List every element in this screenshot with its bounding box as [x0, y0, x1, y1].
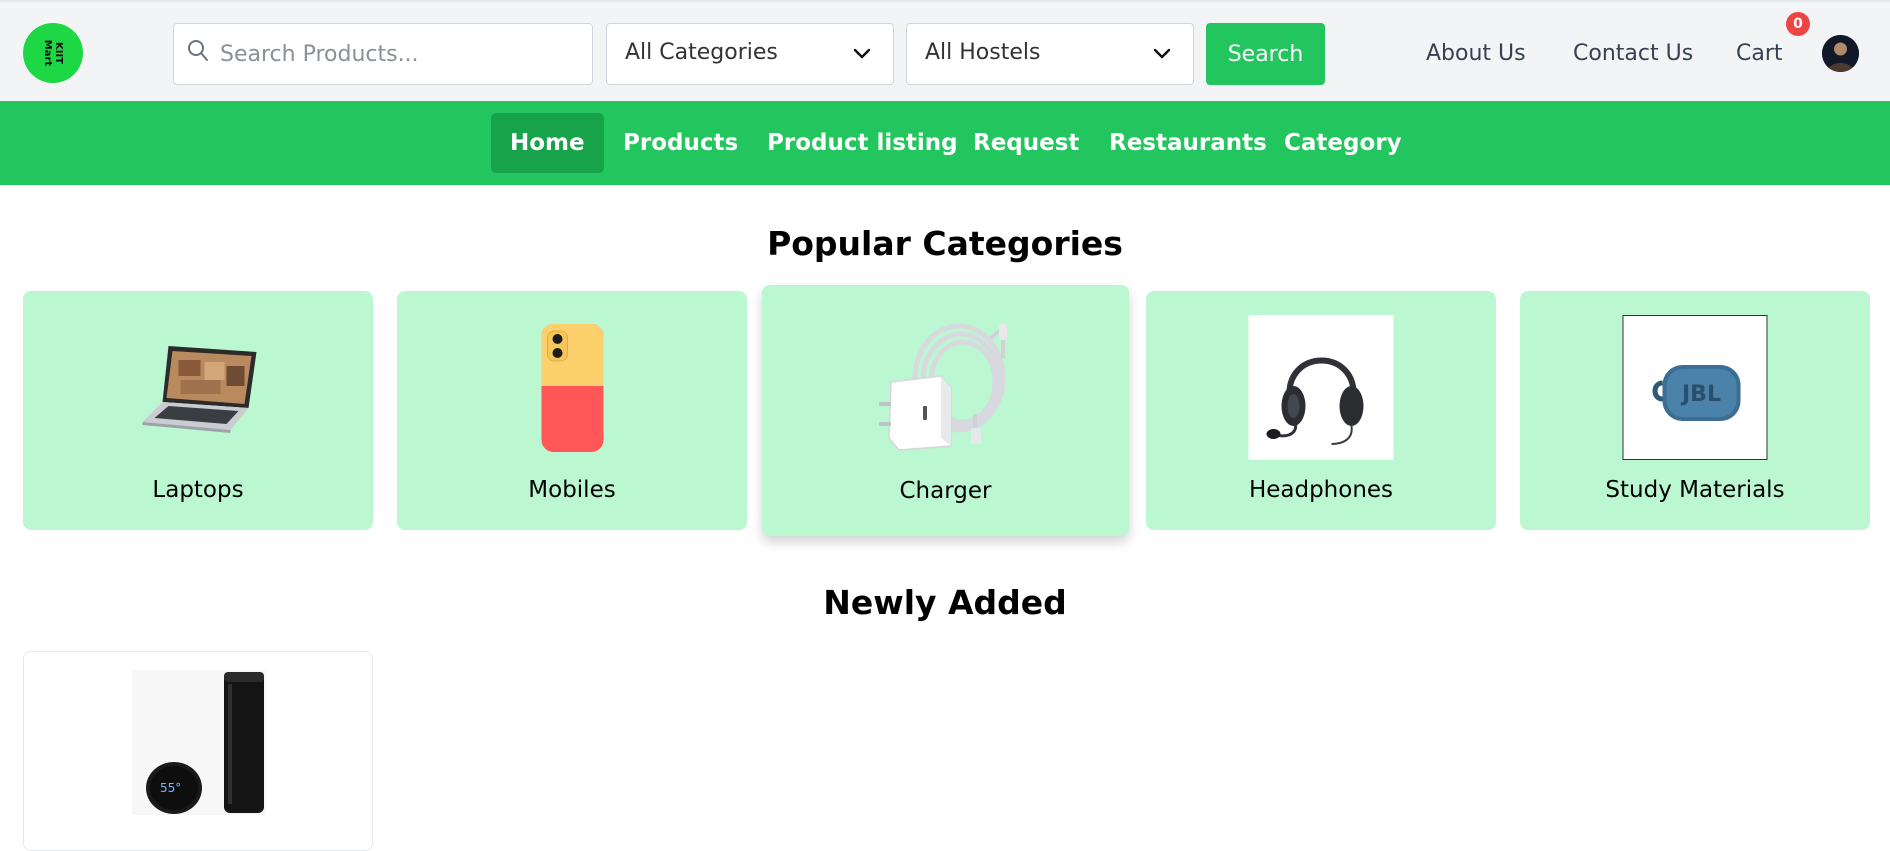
- category-select-value: All Categories: [625, 40, 778, 65]
- nav-item-request[interactable]: Request: [954, 113, 1098, 173]
- charger-image: [866, 313, 1026, 463]
- category-card-laptops[interactable]: Laptops: [23, 291, 373, 530]
- thermos-bottle-image: 55°: [132, 670, 266, 815]
- cart-count-badge: 0: [1786, 12, 1810, 36]
- contact-us-link[interactable]: Contact Us: [1573, 41, 1693, 66]
- speaker-image: JBL: [1622, 315, 1768, 460]
- chevron-down-icon: [1153, 48, 1171, 59]
- category-card-study-materials[interactable]: JBL Study Materials: [1520, 291, 1870, 530]
- logo-text: KIIT Mart: [42, 40, 64, 66]
- category-card-mobiles[interactable]: Mobiles: [397, 291, 747, 530]
- search-input[interactable]: [220, 24, 580, 84]
- logo-text-line1: KIIT: [52, 41, 64, 65]
- logo[interactable]: KIIT Mart: [23, 23, 83, 83]
- about-us-link[interactable]: About Us: [1426, 41, 1526, 66]
- svg-text:JBL: JBL: [1680, 382, 1721, 407]
- avatar[interactable]: [1822, 35, 1859, 72]
- main-nav: Home Products Product listing Request Re…: [0, 101, 1890, 185]
- mobile-phone-image: [500, 315, 645, 460]
- search-icon: [188, 40, 208, 61]
- category-label: Headphones: [1248, 477, 1394, 503]
- category-card-headphones[interactable]: Headphones: [1146, 291, 1496, 530]
- newly-added-title: Newly Added: [823, 583, 1067, 622]
- search-button[interactable]: Search: [1206, 23, 1325, 85]
- nav-item-home[interactable]: Home: [491, 113, 604, 173]
- top-header: KIIT Mart All Categories All Hostels Sea…: [0, 0, 1890, 101]
- laptop-image: [126, 315, 271, 460]
- user-avatar-icon: [1822, 35, 1859, 72]
- nav-item-product-listing[interactable]: Product listing: [748, 113, 977, 173]
- chevron-down-icon: [853, 48, 871, 59]
- cart-link[interactable]: Cart: [1736, 41, 1783, 66]
- thermos-temperature-display: 55°: [160, 781, 182, 795]
- headphones-image: [1248, 315, 1394, 460]
- category-label: Laptops: [152, 477, 244, 503]
- hostel-select[interactable]: All Hostels: [906, 23, 1194, 85]
- category-label: Study Materials: [1605, 477, 1785, 503]
- category-label: Charger: [899, 478, 992, 504]
- nav-item-products[interactable]: Products: [604, 113, 757, 173]
- popular-categories-title: Popular Categories: [767, 224, 1123, 263]
- nav-item-category[interactable]: Category: [1265, 113, 1421, 173]
- logo-text-line2: Mart: [41, 39, 53, 67]
- category-card-charger[interactable]: Charger: [762, 285, 1129, 536]
- category-select[interactable]: All Categories: [606, 23, 894, 85]
- hostel-select-value: All Hostels: [925, 40, 1041, 65]
- search-field[interactable]: [173, 23, 593, 85]
- category-label: Mobiles: [528, 477, 616, 503]
- nav-item-restaurants[interactable]: Restaurants: [1090, 113, 1286, 173]
- product-card[interactable]: 55°: [23, 651, 373, 851]
